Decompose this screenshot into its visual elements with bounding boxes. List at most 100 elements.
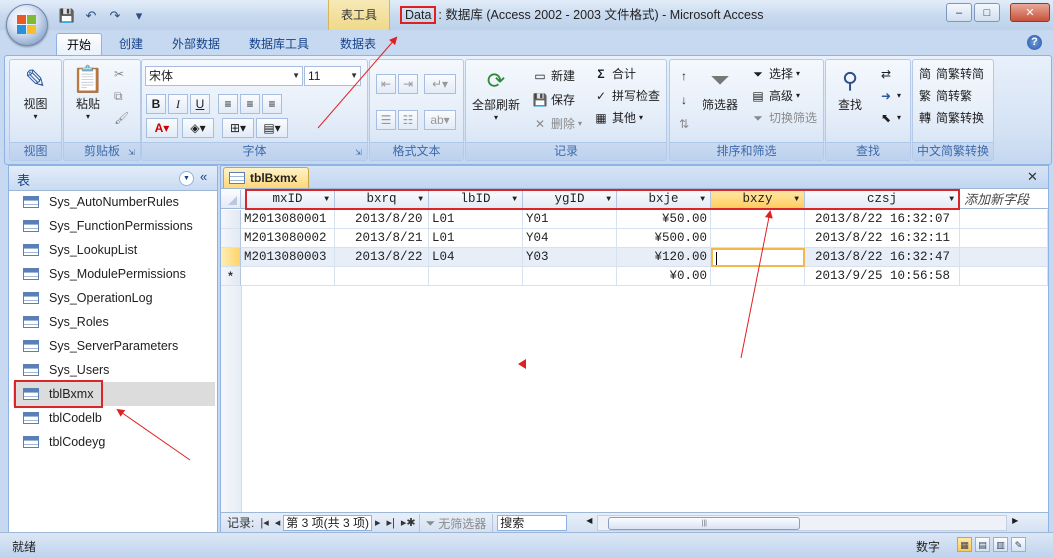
nav-item-sys-users[interactable]: Sys_Users bbox=[13, 358, 215, 382]
more-button[interactable]: ▦ 其他 ▾ bbox=[593, 108, 643, 128]
save-icon[interactable]: 💾 bbox=[58, 7, 76, 25]
nav-item-sys-functionpermissions[interactable]: Sys_FunctionPermissions bbox=[13, 214, 215, 238]
cell-lbid[interactable]: L01 bbox=[429, 229, 523, 248]
last-record-icon[interactable]: ▸| bbox=[383, 514, 397, 532]
convert-button[interactable]: 轉简繁转换 bbox=[917, 108, 984, 128]
datasheet-view-icon[interactable]: ▦ bbox=[957, 537, 972, 552]
cell-ygid[interactable]: Y03 bbox=[523, 248, 617, 267]
sort-descending-icon[interactable]: ↓ bbox=[676, 90, 692, 110]
no-filter-button[interactable]: ⏷ 无筛选器 bbox=[418, 514, 494, 532]
scroll-thumb[interactable]: ||| bbox=[608, 517, 801, 530]
chevron-down-icon[interactable]: ▼ bbox=[606, 190, 611, 209]
goto-icon[interactable]: ➜ ▾ bbox=[878, 86, 901, 106]
tab-database-tools[interactable]: 数据库工具 bbox=[239, 33, 319, 55]
nav-item-sys-autonumberrules[interactable]: Sys_AutoNumberRules bbox=[13, 190, 215, 214]
pivot-chart-view-icon[interactable]: ▥ bbox=[993, 537, 1008, 552]
cell-czsj[interactable]: 2013/8/22 16:32:11 bbox=[805, 229, 960, 248]
cell-new-field[interactable] bbox=[960, 229, 1048, 248]
cell-bxrq[interactable]: 2013/8/22 bbox=[335, 248, 429, 267]
cell-bxje[interactable]: ¥50.00 bbox=[617, 210, 711, 229]
close-button[interactable]: ✕ bbox=[1010, 3, 1050, 22]
column-header-bxje[interactable]: bxje ▼ bbox=[617, 190, 711, 209]
decrease-indent-icon[interactable]: ⇤ bbox=[376, 74, 396, 94]
cell-bxje[interactable]: ¥500.00 bbox=[617, 229, 711, 248]
chevron-down-icon[interactable]: ▼ bbox=[324, 190, 329, 209]
column-header-czsj[interactable]: czsj ▼ bbox=[805, 190, 960, 209]
nav-item-tblcodelb[interactable]: tblCodelb bbox=[13, 406, 215, 430]
nav-item-sys-operationlog[interactable]: Sys_OperationLog bbox=[13, 286, 215, 310]
view-button[interactable]: ✎ 视图 ▾ bbox=[14, 63, 57, 121]
simp-to-trad-button[interactable]: 繁简转繁 bbox=[917, 86, 972, 106]
nav-item-tblbxmx[interactable]: tblBxmx bbox=[13, 382, 215, 406]
advanced-button[interactable]: ▤ 高级 ▾ bbox=[750, 86, 800, 106]
cell-lbid[interactable] bbox=[429, 267, 523, 286]
align-right-icon[interactable]: ≡ bbox=[262, 94, 282, 114]
nav-item-tblcodeyg[interactable]: tblCodeyg bbox=[13, 430, 215, 454]
align-center-icon[interactable]: ≡ bbox=[240, 94, 260, 114]
cell-bxje[interactable]: ¥0.00 bbox=[617, 267, 711, 286]
filter-button[interactable]: ⏷ 筛选器 bbox=[698, 66, 742, 113]
nav-item-sys-serverparameters[interactable]: Sys_ServerParameters bbox=[13, 334, 215, 358]
cell-bxzy[interactable] bbox=[711, 229, 805, 248]
search-input[interactable]: 搜索 bbox=[497, 515, 568, 531]
delete-record-button[interactable]: ✕ 删除 ▾ bbox=[532, 114, 582, 134]
chevron-down-icon[interactable]: ▼ bbox=[700, 190, 705, 209]
clear-sort-icon[interactable]: ⇅ bbox=[676, 114, 692, 134]
trad-to-simp-button[interactable]: 简简繁转简 bbox=[917, 64, 984, 84]
undo-icon[interactable]: ↶ bbox=[82, 7, 100, 25]
chevron-down-icon[interactable]: ▼ bbox=[418, 190, 423, 209]
cut-icon[interactable]: ✂ bbox=[114, 64, 124, 84]
record-selector-current[interactable] bbox=[221, 248, 241, 267]
numbering-icon[interactable]: ☷ bbox=[398, 110, 418, 130]
cell-czsj[interactable]: 2013/8/22 16:32:47 bbox=[805, 248, 960, 267]
next-record-icon[interactable]: ▸ bbox=[372, 514, 384, 532]
font-name-select[interactable]: 宋体 ▼ bbox=[145, 66, 303, 86]
cell-lbid[interactable]: L01 bbox=[429, 210, 523, 229]
tab-datasheet[interactable]: 数据表 bbox=[330, 33, 386, 55]
toggle-filter-button[interactable]: ⏷ 切换筛选 bbox=[750, 108, 817, 128]
cell-new-field[interactable] bbox=[960, 267, 1048, 286]
pivot-table-view-icon[interactable]: ▤ bbox=[975, 537, 990, 552]
scroll-right-icon[interactable]: ▶ bbox=[1012, 516, 1018, 525]
scroll-left-icon[interactable]: ◀ bbox=[586, 516, 592, 525]
first-record-icon[interactable]: |◂ bbox=[257, 514, 271, 532]
office-button[interactable] bbox=[6, 4, 48, 46]
cell-mxid[interactable]: M2013080001 bbox=[241, 210, 335, 229]
cell-ygid[interactable]: Y04 bbox=[523, 229, 617, 248]
close-icon[interactable]: ✕ bbox=[1027, 169, 1038, 185]
prev-record-icon[interactable]: ◂ bbox=[272, 514, 284, 532]
cell-czsj[interactable]: 2013/9/25 10:56:58 bbox=[805, 267, 960, 286]
column-header-mxid[interactable]: mxID ▼ bbox=[241, 190, 335, 209]
column-header-ygid[interactable]: ygID ▼ bbox=[523, 190, 617, 209]
save-record-button[interactable]: 💾 保存 bbox=[532, 90, 576, 110]
copy-icon[interactable]: ⧉ bbox=[114, 86, 123, 106]
cell-bxzy-active[interactable] bbox=[711, 248, 805, 267]
dialog-launcher-icon[interactable]: ⇲ bbox=[128, 148, 137, 157]
font-color-icon[interactable]: A▾ bbox=[146, 118, 178, 138]
highlight-icon[interactable]: ab▾ bbox=[424, 110, 456, 130]
font-size-select[interactable]: 11 ▼ bbox=[304, 66, 361, 86]
cell-bxrq[interactable]: 2013/8/21 bbox=[335, 229, 429, 248]
alt-fill-icon[interactable]: ▤▾ bbox=[256, 118, 288, 138]
chevron-down-icon[interactable]: ▼ bbox=[949, 190, 954, 209]
collapse-icon[interactable]: « bbox=[200, 169, 207, 184]
new-record-icon[interactable]: ▸✱ bbox=[398, 514, 419, 532]
nav-item-sys-roles[interactable]: Sys_Roles bbox=[13, 310, 215, 334]
spelling-button[interactable]: ✓ 拼写检查 bbox=[593, 86, 660, 106]
chevron-down-icon[interactable]: ▼ bbox=[794, 190, 799, 209]
new-record-button[interactable]: ▭ 新建 bbox=[532, 66, 575, 86]
refresh-all-button[interactable]: ⟳ 全部刷新 ▾ bbox=[468, 66, 524, 122]
column-header-bxrq[interactable]: bxrq ▼ bbox=[335, 190, 429, 209]
column-header-bxzy[interactable]: bxzy ▼ bbox=[711, 190, 805, 209]
align-left-icon[interactable]: ≡ bbox=[218, 94, 238, 114]
cell-bxzy[interactable] bbox=[711, 210, 805, 229]
cell-lbid[interactable]: L04 bbox=[429, 248, 523, 267]
tab-create[interactable]: 创建 bbox=[109, 33, 153, 55]
cell-mxid[interactable]: M2013080003 bbox=[241, 248, 335, 267]
dialog-launcher-icon[interactable]: ⇲ bbox=[355, 148, 364, 157]
cell-mxid[interactable]: M2013080002 bbox=[241, 229, 335, 248]
redo-icon[interactable]: ↷ bbox=[106, 7, 124, 25]
record-selector[interactable] bbox=[221, 229, 241, 248]
cell-new-field[interactable] bbox=[960, 210, 1048, 229]
find-button[interactable]: ⚲ 查找 bbox=[830, 66, 870, 113]
